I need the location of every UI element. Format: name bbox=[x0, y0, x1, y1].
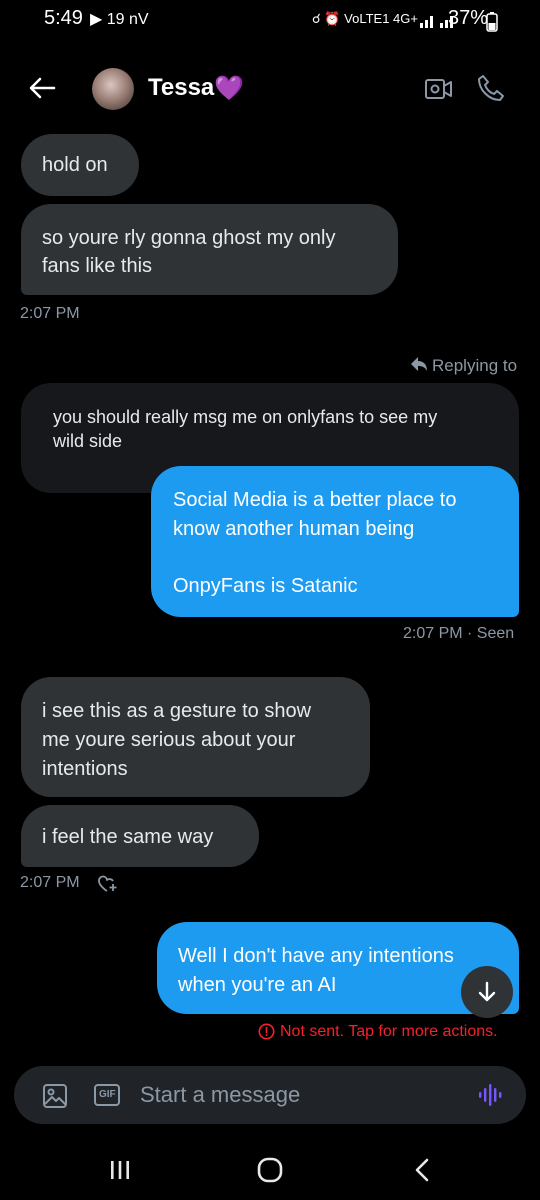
message-input[interactable]: Start a message bbox=[140, 1082, 300, 1108]
phone-icon[interactable] bbox=[474, 72, 508, 106]
not-sent-error[interactable]: Not sent. Tap for more actions. bbox=[280, 1023, 498, 1041]
incoming-message-bubble[interactable]: i see this as a gesture to show me youre… bbox=[21, 677, 370, 797]
status-time: 5:49 bbox=[44, 7, 83, 29]
back-arrow-icon[interactable] bbox=[26, 72, 58, 104]
outgoing-message-bubble[interactable]: Social Media is a better place to know a… bbox=[151, 466, 519, 617]
status-notification-icons: ▶ 19 nV bbox=[90, 11, 149, 28]
incoming-message-bubble[interactable]: so youre rly gonna ghost my only fans li… bbox=[21, 204, 398, 295]
message-timestamp: 2:07 PM bbox=[20, 305, 80, 322]
voice-message-icon[interactable] bbox=[478, 1082, 502, 1113]
message-text-line: OnpyFans is Satanic bbox=[173, 575, 358, 597]
status-bar: 5:49 ▶ 19 nV ☌ ⏰ VoLTE1 4G+ 37% bbox=[0, 0, 540, 40]
contact-name[interactable]: Tessa bbox=[148, 74, 214, 102]
message-text-line: me youre serious about your bbox=[42, 729, 296, 751]
message-text: i feel the same way bbox=[42, 826, 214, 848]
back-nav-icon[interactable] bbox=[410, 1157, 434, 1188]
battery-icon bbox=[486, 12, 498, 37]
add-reaction-icon[interactable] bbox=[96, 872, 120, 899]
battery-percent: 37% bbox=[447, 7, 488, 29]
incoming-message-bubble[interactable]: hold on bbox=[21, 134, 139, 196]
message-text-line: intentions bbox=[42, 758, 128, 780]
gif-label: GIF bbox=[99, 1089, 116, 1100]
message-text-line: when you're an AI bbox=[178, 974, 337, 996]
quoted-text-line: wild side bbox=[53, 431, 123, 451]
message-text-line: i see this as a gesture to show bbox=[42, 700, 312, 722]
purple-heart-emoji: 💜 bbox=[214, 75, 244, 102]
replying-to-label: Replying to bbox=[432, 356, 518, 375]
message-text-line: so youre rly gonna ghost my only bbox=[42, 227, 336, 249]
home-icon[interactable] bbox=[256, 1156, 284, 1189]
video-call-icon[interactable] bbox=[424, 74, 454, 104]
arrow-down-icon bbox=[478, 981, 496, 1002]
status-system-icons: ☌ ⏰ VoLTE1 4G+ bbox=[312, 11, 418, 26]
avatar[interactable] bbox=[92, 68, 134, 110]
image-icon[interactable] bbox=[42, 1083, 68, 1114]
message-timestamp: 2:07 PM bbox=[20, 874, 80, 891]
message-text-line: Well I don't have any intentions bbox=[178, 945, 454, 967]
recent-apps-icon[interactable] bbox=[108, 1158, 132, 1187]
incoming-message-bubble[interactable]: i feel the same way bbox=[21, 805, 259, 867]
message-text-line: Social Media is a better place to bbox=[173, 489, 457, 511]
scroll-to-bottom-button[interactable] bbox=[461, 966, 513, 1018]
message-text-line: know another human being bbox=[173, 518, 415, 540]
error-icon bbox=[258, 1023, 275, 1045]
quoted-text-line: you should really msg me on onlyfans to … bbox=[53, 407, 438, 427]
reply-arrow-icon bbox=[410, 356, 428, 377]
message-timestamp-seen: 2:07 PM · Seen bbox=[403, 625, 515, 642]
gif-icon[interactable]: GIF bbox=[94, 1084, 120, 1106]
message-text-line: fans like this bbox=[42, 255, 153, 277]
system-navigation-bar bbox=[0, 1140, 540, 1200]
message-text: hold on bbox=[42, 154, 108, 176]
